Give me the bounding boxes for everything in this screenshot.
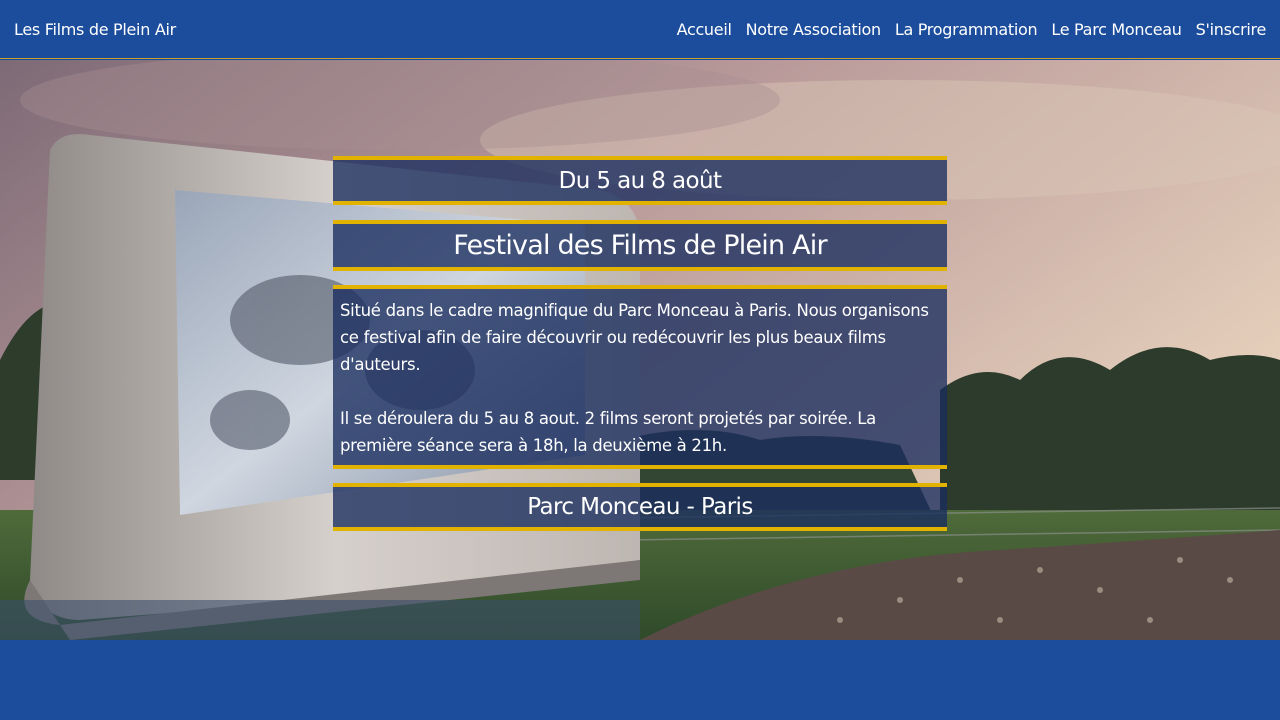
festival-title: Festival des Films de Plein Air xyxy=(453,230,827,261)
festival-description: Situé dans le cadre magnifique du Parc M… xyxy=(333,285,947,469)
festival-dates: Du 5 au 8 août xyxy=(558,167,722,194)
nav-link-parc-monceau[interactable]: Le Parc Monceau xyxy=(1051,20,1182,39)
nav-link-association[interactable]: Notre Association xyxy=(746,20,882,39)
festival-location: Parc Monceau - Paris xyxy=(527,494,753,520)
nav-link-inscrire[interactable]: S'inscrire xyxy=(1196,20,1267,39)
hero-content: Du 5 au 8 août Festival des Films de Ple… xyxy=(333,156,947,531)
navbar: Les Films de Plein Air Accueil Notre Ass… xyxy=(0,0,1280,59)
nav-link-programmation[interactable]: La Programmation xyxy=(895,20,1038,39)
festival-title-banner: Festival des Films de Plein Air xyxy=(333,220,947,271)
festival-dates-banner: Du 5 au 8 août xyxy=(333,156,947,205)
main-nav: Accueil Notre Association La Programmati… xyxy=(677,20,1267,39)
brand-link[interactable]: Les Films de Plein Air xyxy=(14,20,176,39)
description-paragraph: Il se déroulera du 5 au 8 aout. 2 films … xyxy=(340,409,876,455)
festival-location-banner: Parc Monceau - Paris xyxy=(333,483,947,531)
nav-link-accueil[interactable]: Accueil xyxy=(677,20,732,39)
description-paragraph: Situé dans le cadre magnifique du Parc M… xyxy=(340,301,929,374)
